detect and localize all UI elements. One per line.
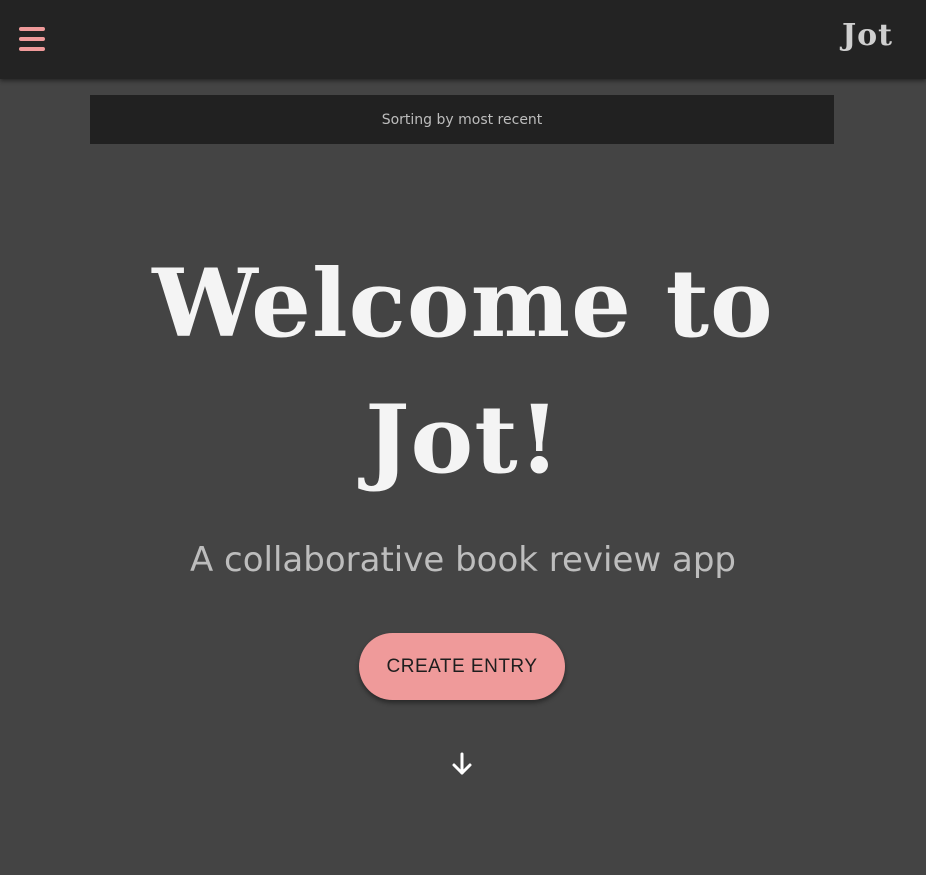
hamburger-menu-icon[interactable] [14,22,50,56]
sort-order-label: Sorting by most recent [381,111,543,128]
brand-logo[interactable]: Jot [842,18,893,53]
tagline: A collaborative book review app [189,540,737,580]
welcome-heading: Welcome to Jot! [152,249,774,495]
top-app-bar: Jot [0,0,926,79]
arrow-down-icon[interactable] [448,750,476,778]
sort-order-bar[interactable]: Sorting by most recent [90,95,834,144]
create-entry-button[interactable]: CREATE ENTRY [359,633,565,700]
